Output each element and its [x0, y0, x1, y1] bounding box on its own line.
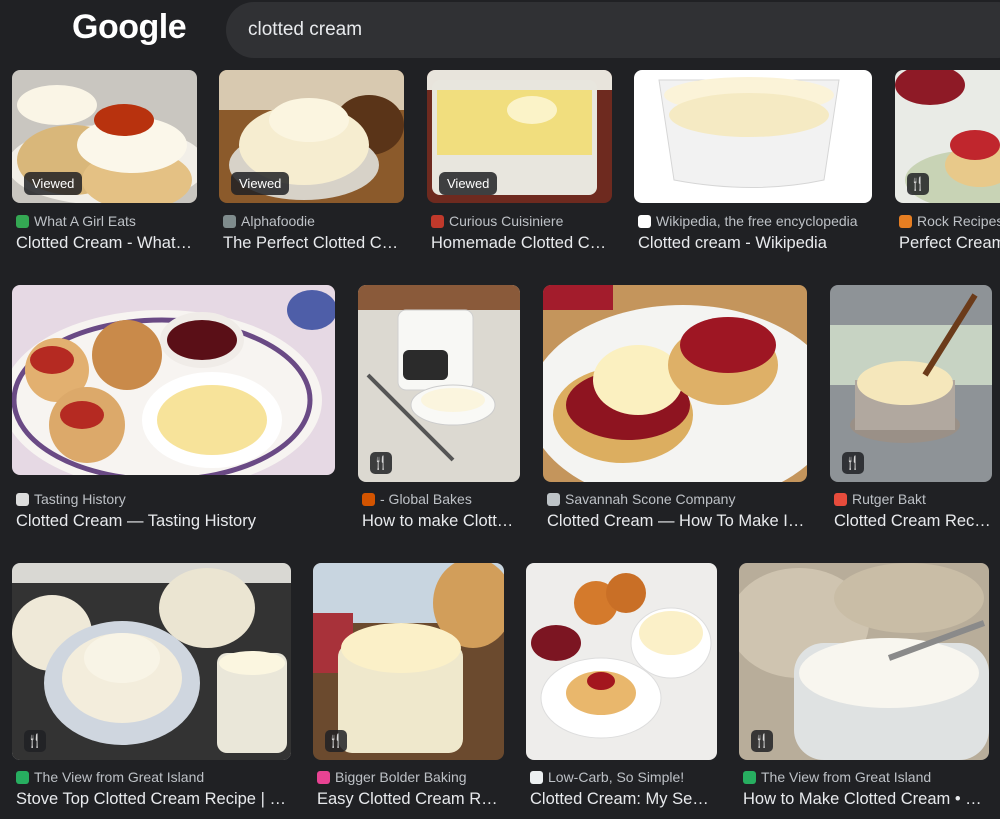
- result-title[interactable]: Clotted cream - Wikipedia: [638, 234, 876, 253]
- favicon-icon: [16, 493, 29, 506]
- result-title[interactable]: Easy Clotted Cream R…: [317, 790, 508, 809]
- result-thumbnail[interactable]: 🍴: [739, 563, 989, 760]
- favicon-icon: [223, 215, 236, 228]
- result-source: Rock Recipes: [899, 213, 1000, 229]
- recipe-icon: 🍴: [842, 452, 864, 474]
- result-thumbnail[interactable]: [634, 70, 872, 203]
- result-thumbnail[interactable]: [543, 285, 807, 482]
- result-source: What A Girl Eats: [16, 213, 201, 229]
- result-source: The View from Great Island: [16, 769, 295, 785]
- result-thumbnail[interactable]: 🍴: [358, 285, 520, 482]
- result-source: Bigger Bolder Baking: [317, 769, 508, 785]
- recipe-icon: 🍴: [325, 730, 347, 752]
- search-input[interactable]: clotted cream: [226, 2, 1000, 58]
- result-source: - Global Bakes: [362, 491, 524, 507]
- result-title[interactable]: Clotted Cream — Tasting History: [16, 512, 339, 531]
- result-thumbnail[interactable]: [526, 563, 717, 760]
- recipe-icon: 🍴: [751, 730, 773, 752]
- result-thumbnail[interactable]: 🍴: [895, 70, 1000, 203]
- result-title[interactable]: The Perfect Clotted C…: [223, 234, 408, 253]
- result-source: Tasting History: [16, 491, 339, 507]
- result-source: Alphafoodie: [223, 213, 408, 229]
- result-thumbnail[interactable]: 🍴: [12, 563, 291, 760]
- search-query[interactable]: clotted cream: [248, 19, 362, 41]
- favicon-icon: [317, 771, 330, 784]
- result-source: Curious Cuisiniere: [431, 213, 616, 229]
- result-title[interactable]: Clotted Cream — How To Make I…: [547, 512, 811, 531]
- favicon-icon: [834, 493, 847, 506]
- favicon-icon: [743, 771, 756, 784]
- result-thumbnail[interactable]: [12, 285, 335, 475]
- result-source: Rutger Bakt: [834, 491, 996, 507]
- favicon-icon: [16, 771, 29, 784]
- viewed-badge: Viewed: [24, 172, 83, 195]
- favicon-icon: [530, 771, 543, 784]
- recipe-icon: 🍴: [370, 452, 392, 474]
- favicon-icon: [547, 493, 560, 506]
- result-thumbnail[interactable]: Viewed: [219, 70, 404, 203]
- favicon-icon: [431, 215, 444, 228]
- result-thumbnail[interactable]: Viewed: [12, 70, 197, 203]
- viewed-badge: Viewed: [231, 172, 290, 195]
- result-thumbnail[interactable]: 🍴: [830, 285, 992, 482]
- result-title[interactable]: Clotted Cream - What…: [16, 234, 201, 253]
- result-title[interactable]: Stove Top Clotted Cream Recipe | …: [16, 790, 295, 809]
- result-thumbnail[interactable]: Viewed: [427, 70, 612, 203]
- result-source: Low-Carb, So Simple!: [530, 769, 721, 785]
- result-source: Savannah Scone Company: [547, 491, 811, 507]
- result-title[interactable]: Homemade Clotted C…: [431, 234, 616, 253]
- favicon-icon: [638, 215, 651, 228]
- recipe-icon: 🍴: [24, 730, 46, 752]
- result-title[interactable]: How to make Clott…: [362, 512, 524, 531]
- header: Google clotted cream: [0, 0, 1000, 62]
- result-title[interactable]: Clotted Cream: My Se…: [530, 790, 721, 809]
- result-title[interactable]: How to Make Clotted Cream • …: [743, 790, 993, 809]
- result-source: The View from Great Island: [743, 769, 993, 785]
- result-title[interactable]: Perfect Cream: [899, 234, 1000, 253]
- recipe-icon: 🍴: [907, 173, 929, 195]
- result-source: Wikipedia, the free encyclopedia: [638, 213, 876, 229]
- favicon-icon: [16, 215, 29, 228]
- favicon-icon: [362, 493, 375, 506]
- favicon-icon: [899, 215, 912, 228]
- result-title[interactable]: Clotted Cream Rec…: [834, 512, 996, 531]
- result-thumbnail[interactable]: 🍴: [313, 563, 504, 760]
- viewed-badge: Viewed: [439, 172, 498, 195]
- google-logo[interactable]: Google: [72, 8, 187, 47]
